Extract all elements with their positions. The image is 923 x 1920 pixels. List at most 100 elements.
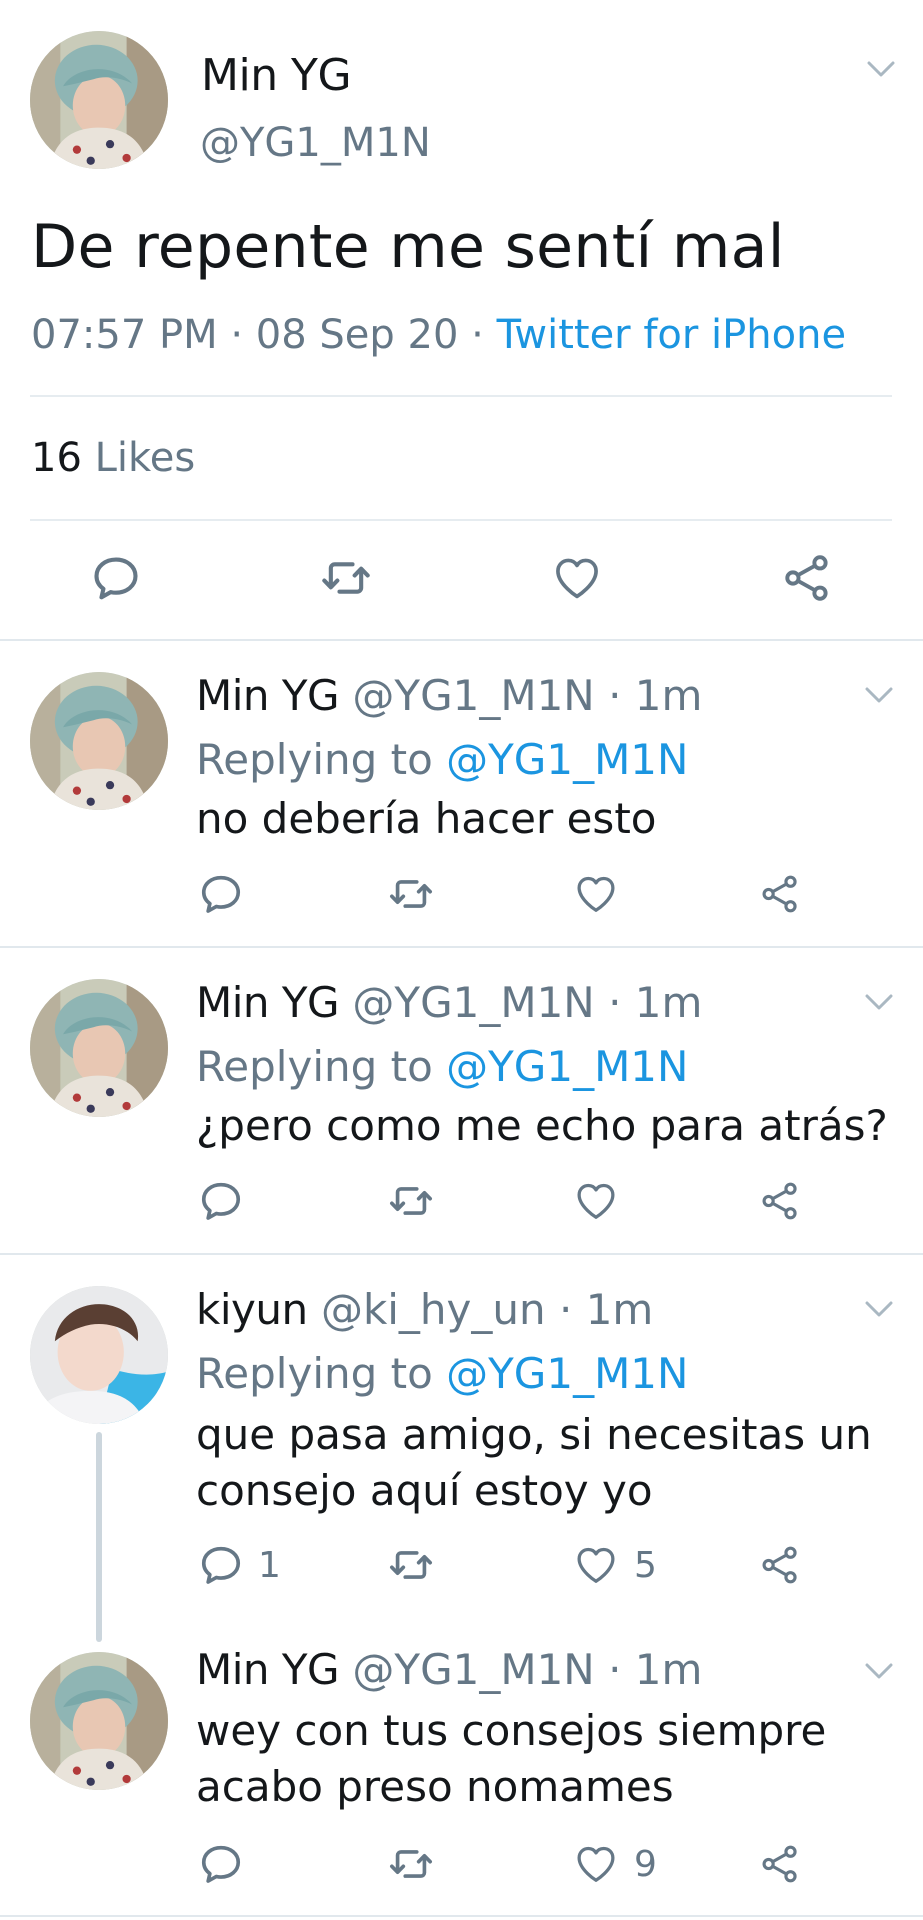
reply-button[interactable] — [198, 1178, 244, 1224]
retweet-button[interactable] — [386, 1841, 436, 1887]
like-button[interactable] — [572, 1178, 620, 1224]
meta-separator: · — [217, 312, 256, 358]
like-icon — [550, 552, 604, 604]
like-icon — [572, 1841, 620, 1887]
author-handle-time: @YG1_M1N · 1m — [339, 1645, 703, 1694]
retweet-icon — [386, 1841, 436, 1887]
reply-tweet[interactable]: Min YG @YG1_M1N · 1m wey con tus consejo… — [0, 1621, 923, 1917]
reply-button[interactable] — [198, 871, 244, 917]
divider — [30, 519, 892, 521]
likes-label: Likes — [81, 435, 196, 481]
avatar[interactable] — [30, 1286, 168, 1424]
reply-icon — [198, 1178, 244, 1224]
reply-text-line: que pasa amigo, si necesitas un — [196, 1410, 872, 1459]
avatar[interactable] — [30, 672, 168, 810]
avatar[interactable] — [30, 1652, 168, 1790]
like-icon — [572, 1178, 620, 1224]
reply-icon — [198, 871, 244, 917]
like-icon — [572, 871, 620, 917]
like-count: 5 — [634, 1544, 657, 1586]
share-button[interactable] — [758, 1180, 802, 1222]
author-handle-time: @ki_hy_un · 1m — [307, 1285, 654, 1334]
meta-separator: · — [458, 312, 497, 358]
tweet-text: De repente me sentí mal — [31, 212, 785, 282]
share-button[interactable] — [758, 873, 802, 915]
author-handle-time: @YG1_M1N · 1m — [339, 671, 703, 720]
avatar-image — [30, 672, 168, 810]
retweet-button[interactable] — [386, 1542, 436, 1588]
main-tweet: Min YG @YG1_M1N De repente me sentí mal … — [0, 0, 923, 641]
reply-header: Min YG @YG1_M1N · 1m — [196, 1645, 702, 1694]
avatar[interactable] — [30, 31, 168, 169]
reply-header: kiyun @ki_hy_un · 1m — [196, 1285, 653, 1334]
share-button[interactable] — [780, 552, 834, 604]
chevron-down-icon[interactable] — [866, 58, 896, 80]
replying-label: Replying to — [196, 735, 447, 784]
retweet-icon — [318, 552, 374, 604]
author-name[interactable]: Min YG — [196, 978, 340, 1027]
tweet-source-link[interactable]: Twitter for iPhone — [497, 312, 847, 358]
chevron-down-icon[interactable] — [864, 684, 894, 706]
share-icon — [780, 552, 834, 604]
replying-to-link[interactable]: @YG1_M1N — [446, 1349, 688, 1398]
retweet-icon — [386, 871, 436, 917]
reply-icon — [198, 1841, 244, 1887]
reply-count: 1 — [258, 1544, 281, 1586]
replying-to: Replying to @YG1_M1N — [196, 735, 688, 784]
reply-button[interactable] — [198, 1841, 244, 1887]
share-icon — [758, 873, 802, 915]
share-icon — [758, 1843, 802, 1885]
replying-label: Replying to — [196, 1349, 447, 1398]
reply-tweet[interactable]: Min YG @YG1_M1N · 1m Replying to @YG1_M1… — [0, 948, 923, 1255]
like-button[interactable]: 5 — [572, 1542, 657, 1588]
author-name[interactable]: Min YG — [196, 671, 340, 720]
reply-text-line: wey con tus consejos siempre — [196, 1706, 827, 1755]
avatar[interactable] — [30, 979, 168, 1117]
chevron-down-icon[interactable] — [864, 991, 894, 1013]
reply-header: Min YG @YG1_M1N · 1m — [196, 978, 702, 1027]
retweet-icon — [386, 1542, 436, 1588]
divider — [30, 395, 892, 397]
replying-to: Replying to @YG1_M1N — [196, 1349, 688, 1398]
replying-to: Replying to @YG1_M1N — [196, 1042, 688, 1091]
tweet-date: 08 Sep 20 — [255, 312, 459, 358]
share-button[interactable] — [758, 1544, 802, 1586]
reply-header: Min YG @YG1_M1N · 1m — [196, 671, 702, 720]
reply-tweet[interactable]: Min YG @YG1_M1N · 1m Replying to @YG1_M1… — [0, 641, 923, 948]
retweet-button[interactable] — [386, 1178, 436, 1224]
share-icon — [758, 1180, 802, 1222]
likes-number: 16 — [31, 435, 82, 481]
chevron-down-icon[interactable] — [864, 1298, 894, 1320]
like-button[interactable] — [550, 552, 604, 604]
retweet-button[interactable] — [386, 871, 436, 917]
reply-text: que pasa amigo, si necesitas un consejo … — [196, 1407, 872, 1519]
reply-button[interactable] — [90, 552, 142, 604]
reply-tweet[interactable]: kiyun @ki_hy_un · 1m Replying to @YG1_M1… — [0, 1255, 923, 1621]
author-name[interactable]: kiyun — [196, 1285, 308, 1334]
avatar-image — [30, 1286, 168, 1424]
reply-button[interactable]: 1 — [198, 1542, 281, 1588]
share-button[interactable] — [758, 1843, 802, 1885]
reply-text: no debería hacer esto — [196, 794, 657, 843]
reply-icon — [90, 552, 142, 604]
replying-to-link[interactable]: @YG1_M1N — [446, 735, 688, 784]
like-button[interactable]: 9 — [572, 1841, 657, 1887]
avatar-image — [30, 31, 168, 169]
author-name[interactable]: Min YG — [201, 50, 352, 101]
chevron-down-icon[interactable] — [864, 1660, 894, 1682]
replying-to-link[interactable]: @YG1_M1N — [446, 1042, 688, 1091]
reply-text-line: acabo preso nomames — [196, 1762, 674, 1811]
share-icon — [758, 1544, 802, 1586]
retweet-button[interactable] — [318, 552, 374, 604]
author-handle-time: @YG1_M1N · 1m — [339, 978, 703, 1027]
replying-label: Replying to — [196, 1042, 447, 1091]
likes-count[interactable]: 16 Likes — [31, 435, 195, 481]
author-handle[interactable]: @YG1_M1N — [200, 120, 431, 166]
retweet-icon — [386, 1178, 436, 1224]
avatar-image — [30, 979, 168, 1117]
author-name[interactable]: Min YG — [196, 1645, 340, 1694]
tweet-meta: 07:57 PM · 08 Sep 20 · Twitter for iPhon… — [31, 312, 846, 358]
like-icon — [572, 1542, 620, 1588]
like-button[interactable] — [572, 871, 620, 917]
reply-text: ¿pero como me echo para atrás? — [196, 1101, 888, 1150]
